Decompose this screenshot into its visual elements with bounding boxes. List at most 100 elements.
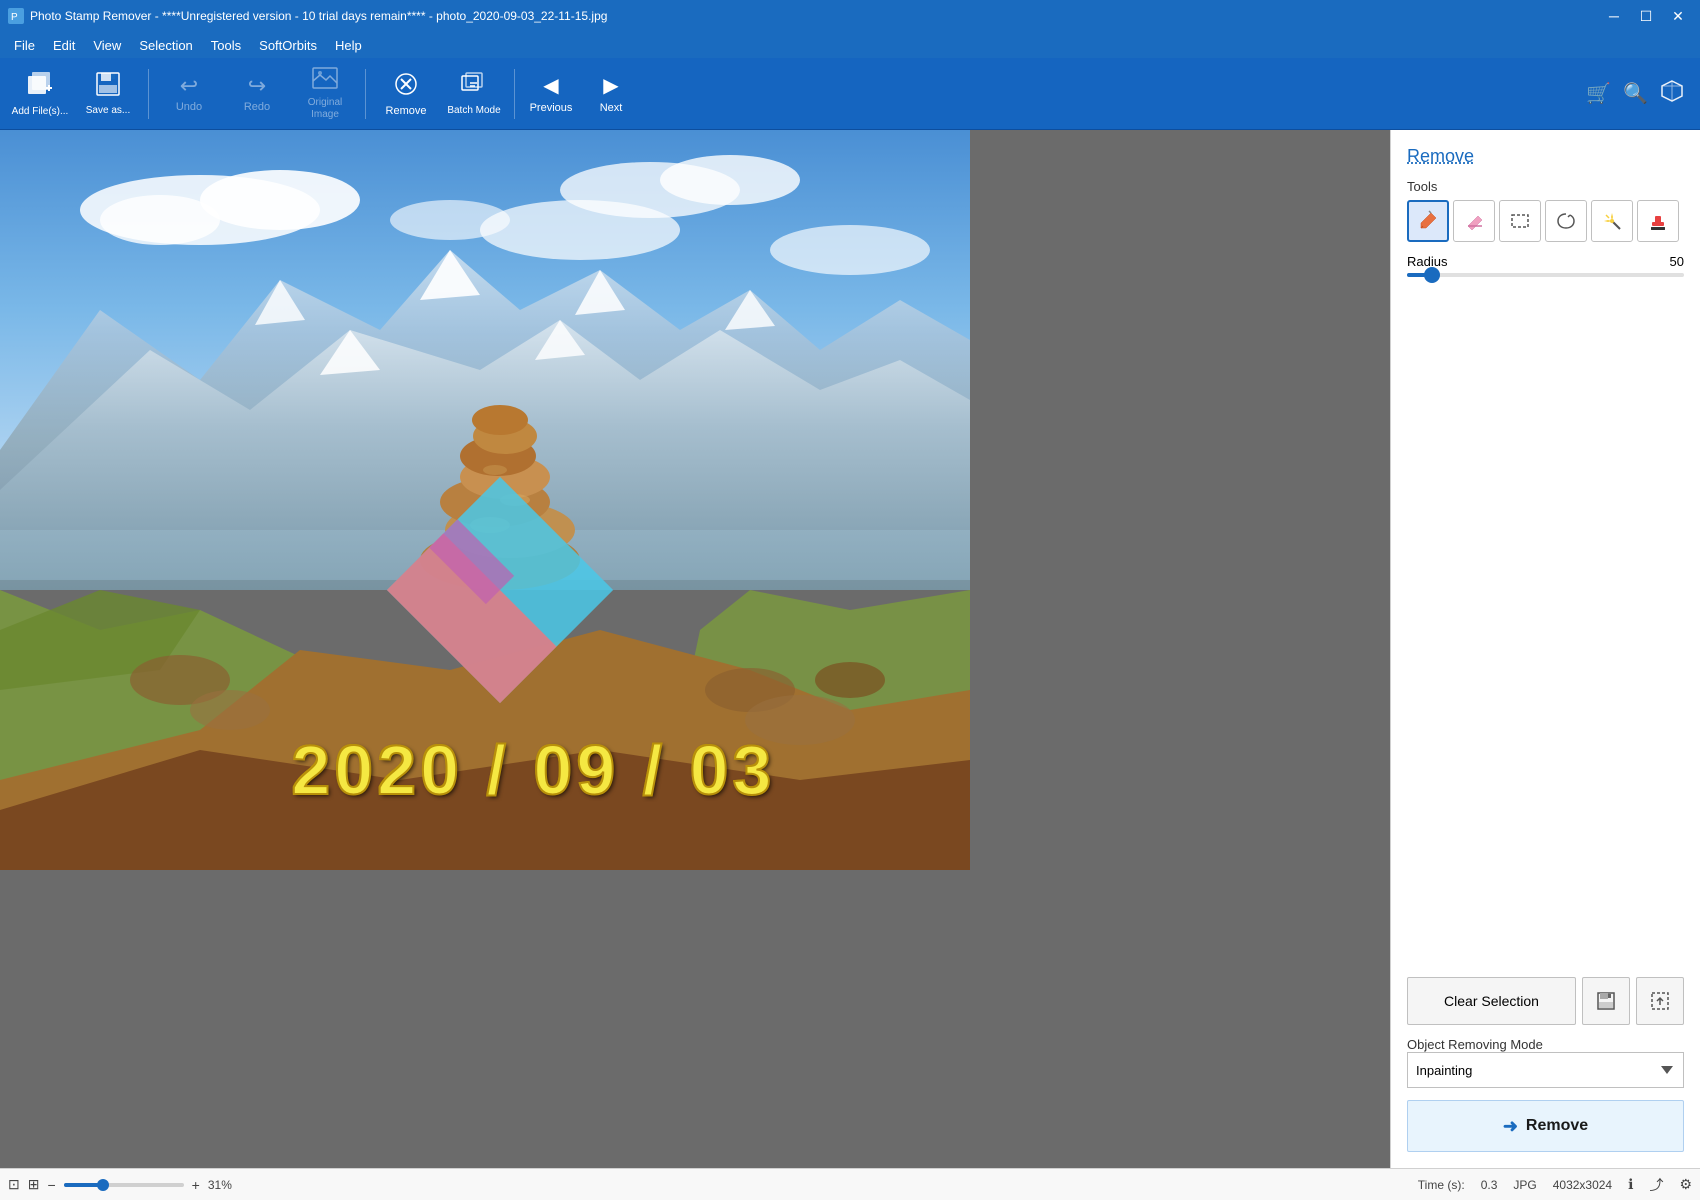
toolbar-sep-3 xyxy=(514,69,515,119)
zoom-thumb[interactable] xyxy=(97,1179,109,1191)
magic-wand-icon xyxy=(1601,210,1623,232)
settings-icon[interactable]: ⚙ xyxy=(1679,1176,1692,1193)
status-right: Time (s): 0.3 JPG 4032x3024 ℹ ⤴ ⚙ xyxy=(1418,1175,1692,1195)
save-selection-button[interactable] xyxy=(1582,977,1630,1025)
save-as-label: Save as... xyxy=(86,105,130,116)
mode-select[interactable]: Inpainting Smart Fill Content Aware xyxy=(1407,1052,1684,1088)
tools-section: Tools xyxy=(1407,179,1684,242)
radius-section: Radius 50 xyxy=(1407,254,1684,281)
info-icon[interactable]: ℹ xyxy=(1628,1176,1633,1193)
maximize-button[interactable]: ☐ xyxy=(1632,2,1660,30)
add-files-label: Add File(s)... xyxy=(12,106,69,118)
next-button[interactable]: ▶ Next xyxy=(583,62,639,126)
menu-tools[interactable]: Tools xyxy=(203,36,249,55)
save-selection-icon xyxy=(1596,991,1616,1011)
redo-button[interactable]: ↪ Redo xyxy=(225,62,289,126)
watermark-date: 2020 / 09 / 03 xyxy=(291,730,775,810)
brush-icon xyxy=(1417,210,1439,232)
dimensions-label: 4032x3024 xyxy=(1553,1178,1612,1192)
rect-tool-button[interactable] xyxy=(1499,200,1541,242)
radius-slider-thumb[interactable] xyxy=(1424,267,1440,283)
clear-selection-row: Clear Selection xyxy=(1407,977,1684,1025)
time-label: Time (s): xyxy=(1418,1178,1465,1192)
mode-section: Object Removing Mode Inpainting Smart Fi… xyxy=(1407,1037,1684,1088)
next-icon: ▶ xyxy=(603,73,618,98)
original-image-label: Original Image xyxy=(293,97,357,121)
title-bar: P Photo Stamp Remover - ****Unregistered… xyxy=(0,0,1700,32)
radius-slider-container[interactable] xyxy=(1407,269,1684,281)
panel-spacer xyxy=(1407,293,1684,957)
add-files-button[interactable]: Add File(s)... xyxy=(8,62,72,126)
radius-label: Radius xyxy=(1407,254,1447,269)
minimize-button[interactable]: ─ xyxy=(1600,2,1628,30)
lasso-tool-button[interactable] xyxy=(1545,200,1587,242)
previous-label: Previous xyxy=(530,102,573,114)
original-image-icon xyxy=(312,67,338,93)
original-image-button[interactable]: Original Image xyxy=(293,62,357,126)
zoom-percent: 31% xyxy=(208,1178,232,1192)
remove-arrow-icon: ➜ xyxy=(1503,1116,1518,1137)
zoom-track[interactable] xyxy=(64,1183,184,1187)
toolbar-sep-1 xyxy=(148,69,149,119)
svg-text:P: P xyxy=(11,12,18,23)
toolbar: Add File(s)... Save as... ↩ Undo ↪ Redo xyxy=(0,58,1700,130)
remove-toolbar-button[interactable]: Remove xyxy=(374,62,438,126)
remove-btn-label: Remove xyxy=(1526,1117,1588,1135)
save-as-icon xyxy=(95,71,121,101)
share-icon[interactable]: ⤴ xyxy=(1649,1175,1663,1195)
close-button[interactable]: ✕ xyxy=(1664,2,1692,30)
radius-slider[interactable] xyxy=(1407,273,1684,277)
magic-wand-tool-button[interactable] xyxy=(1591,200,1633,242)
eraser-tool-button[interactable] xyxy=(1453,200,1495,242)
save-as-button[interactable]: Save as... xyxy=(76,62,140,126)
batch-mode-button[interactable]: Batch Mode xyxy=(442,62,506,126)
load-selection-button[interactable] xyxy=(1636,977,1684,1025)
redo-label: Redo xyxy=(244,101,270,113)
eraser-icon xyxy=(1463,210,1485,232)
clear-selection-button[interactable]: Clear Selection xyxy=(1407,977,1576,1025)
toolbar-sep-2 xyxy=(365,69,366,119)
previous-icon: ◀ xyxy=(543,73,558,98)
zoom-fit-icon[interactable]: ⊡ xyxy=(8,1176,20,1193)
search-icon[interactable]: 🔍 xyxy=(1623,81,1648,106)
toolbar-right-icons: 🛒 🔍 xyxy=(1586,79,1692,109)
menu-selection[interactable]: Selection xyxy=(131,36,200,55)
menu-file[interactable]: File xyxy=(6,36,43,55)
zoom-out-icon[interactable]: − xyxy=(47,1177,55,1193)
tools-row xyxy=(1407,200,1684,242)
cart-icon[interactable]: 🛒 xyxy=(1586,81,1611,106)
time-value: 0.3 xyxy=(1481,1178,1498,1192)
zoom-in-icon[interactable]: + xyxy=(192,1177,200,1193)
brush-tool-button[interactable] xyxy=(1407,200,1449,242)
zoom-slider[interactable] xyxy=(64,1183,184,1187)
cube-icon[interactable] xyxy=(1660,79,1684,109)
undo-icon: ↩ xyxy=(180,75,198,97)
remove-icon xyxy=(393,71,419,101)
zoom-fill xyxy=(64,1183,100,1187)
format-label: JPG xyxy=(1513,1178,1536,1192)
lasso-icon xyxy=(1555,210,1577,232)
add-files-icon xyxy=(26,70,54,102)
stamp-tool-button[interactable] xyxy=(1637,200,1679,242)
next-label: Next xyxy=(600,102,623,114)
panel-title: Remove xyxy=(1407,146,1684,167)
menu-help[interactable]: Help xyxy=(327,36,370,55)
tools-label: Tools xyxy=(1407,179,1684,194)
rect-icon xyxy=(1509,210,1531,232)
main-layout: 2020 / 09 / 03 Remo xyxy=(0,130,1700,1168)
undo-button[interactable]: ↩ Undo xyxy=(157,62,221,126)
canvas-area[interactable]: 2020 / 09 / 03 xyxy=(0,130,1390,1168)
crop-icon[interactable]: ⊞ xyxy=(28,1176,40,1193)
clear-selection-label: Clear Selection xyxy=(1444,993,1539,1009)
app-icon: P xyxy=(8,8,24,24)
right-panel: Remove Tools xyxy=(1390,130,1700,1168)
menu-view[interactable]: View xyxy=(85,36,129,55)
radius-value: 50 xyxy=(1670,254,1684,269)
menu-edit[interactable]: Edit xyxy=(45,36,83,55)
remove-button[interactable]: ➜ Remove xyxy=(1407,1100,1684,1152)
previous-button[interactable]: ◀ Previous xyxy=(523,62,579,126)
menu-softorbits[interactable]: SoftOrbits xyxy=(251,36,325,55)
image-scene: 2020 / 09 / 03 xyxy=(0,130,970,870)
window-title: Photo Stamp Remover - ****Unregistered v… xyxy=(30,9,607,23)
load-selection-icon xyxy=(1650,991,1670,1011)
